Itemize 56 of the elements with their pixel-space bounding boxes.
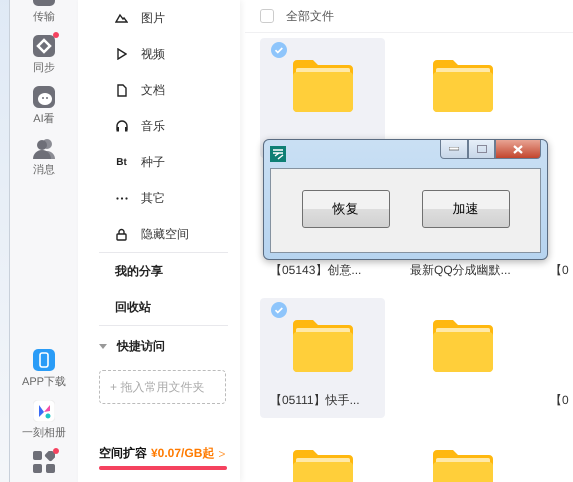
file-name[interactable]: 【05111】快手... [260, 392, 360, 409]
apps-grid-icon[interactable] [32, 451, 55, 473]
users-icon[interactable] [33, 137, 55, 159]
file-tile[interactable]: 【0 [540, 298, 573, 418]
category-item[interactable]: 其它 [99, 180, 240, 216]
check-icon[interactable] [271, 42, 287, 58]
play-icon [116, 48, 126, 60]
file-name[interactable]: 【0 [540, 262, 569, 279]
file-tile[interactable]: 【05111】快手... [260, 298, 385, 418]
close-button[interactable] [495, 140, 541, 159]
category-item[interactable]: 视频 [99, 36, 240, 72]
dialog-button[interactable]: 加速 [422, 190, 510, 228]
album-logo-icon[interactable] [32, 400, 55, 422]
category-item[interactable]: 文档 [99, 72, 240, 108]
file-name[interactable]: 【05143】创意... [260, 262, 362, 279]
app-logo-icon [270, 146, 286, 162]
close-icon[interactable] [513, 144, 523, 154]
nav-label[interactable]: APP下载 [22, 374, 66, 389]
nav-link[interactable]: 我的分享 [99, 253, 240, 289]
nav-link[interactable]: 回收站 [99, 289, 240, 325]
storage-label[interactable]: 空间扩容 [99, 445, 147, 462]
lock-icon [116, 228, 127, 240]
phone-icon[interactable] [32, 349, 55, 371]
file-name[interactable]: 【0 [540, 392, 569, 409]
nav-label[interactable]: AI看 [33, 111, 55, 126]
sync-icon[interactable] [33, 35, 55, 57]
folder-icon [292, 58, 352, 112]
category-item[interactable]: Bt 种子 [99, 144, 240, 180]
torrent-icon: Bt [116, 156, 127, 168]
document-icon [116, 84, 126, 96]
folder-icon [432, 58, 492, 112]
category-item[interactable]: 图片 [99, 0, 240, 36]
minimize-icon[interactable] [449, 147, 459, 151]
more-icon [116, 196, 128, 200]
nav-label[interactable]: 一刻相册 [22, 425, 66, 440]
category-item[interactable]: 隐藏空间 [99, 216, 240, 252]
mountain-icon [115, 13, 128, 23]
file-tile[interactable]: 【0 [540, 168, 573, 288]
folder-icon [432, 318, 492, 372]
maximize-button[interactable] [468, 140, 495, 159]
nav-label[interactable]: 同步 [33, 60, 55, 75]
check-icon[interactable] [271, 302, 287, 318]
dialog-button[interactable]: 恢复 [302, 190, 390, 228]
file-name[interactable]: 最新QQ分成幽默... [400, 262, 511, 279]
breadcrumb-title: 全部文件 [286, 8, 334, 24]
maximize-icon[interactable] [476, 145, 486, 153]
folder-icon [292, 318, 352, 372]
caret-icon[interactable] [99, 344, 107, 348]
robot-face-icon[interactable] [33, 86, 55, 108]
minimize-button[interactable] [440, 140, 468, 159]
nav-label[interactable]: 消息 [33, 162, 55, 177]
nav-label[interactable]: 传输 [33, 9, 55, 24]
category-item[interactable]: 音乐 [99, 108, 240, 144]
select-all-checkbox[interactable] [260, 9, 274, 23]
quick-access-title[interactable]: 快捷访问 [117, 338, 165, 354]
headphones-icon [116, 120, 128, 132]
